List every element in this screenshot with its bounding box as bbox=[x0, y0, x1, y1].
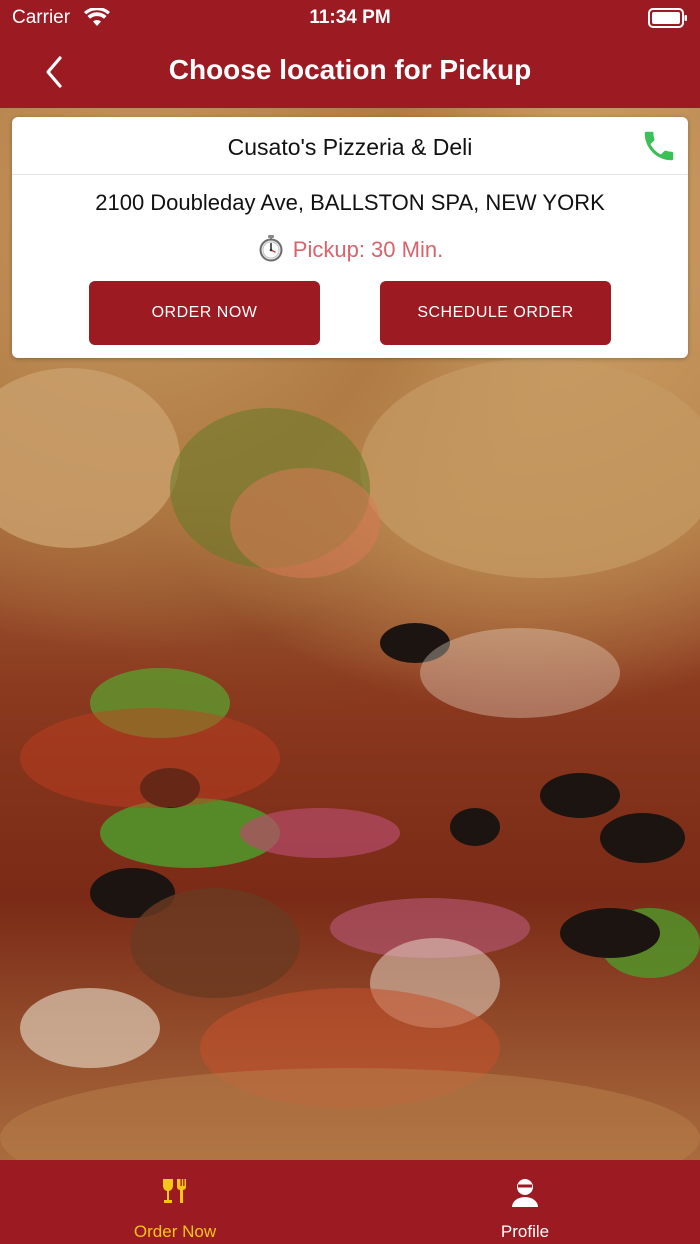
store-address: 2100 Doubleday Ave, BALLSTON SPA, NEW YO… bbox=[95, 190, 605, 215]
store-header: Cusato's Pizzeria & Deli bbox=[12, 117, 688, 175]
user-icon bbox=[512, 1179, 538, 1207]
pickup-time: Pickup: 30 Min. bbox=[12, 234, 688, 263]
schedule-order-button[interactable]: SCHEDULE ORDER bbox=[380, 281, 611, 345]
battery-icon bbox=[648, 8, 687, 28]
tab-profile-label: Profile bbox=[500, 1222, 550, 1241]
order-now-button[interactable]: ORDER NOW bbox=[89, 281, 320, 345]
tab-bar: Order Now Profile bbox=[0, 1160, 700, 1244]
phone-icon[interactable] bbox=[640, 127, 678, 165]
page-title: Choose location for Pickup bbox=[168, 54, 532, 85]
status-time: 11:34 PM bbox=[309, 7, 391, 28]
fork-glass-icon bbox=[162, 1179, 186, 1203]
tab-profile[interactable]: Profile bbox=[350, 1160, 700, 1244]
status-bar: Carrier 11:34 PM bbox=[0, 0, 700, 36]
pickup-label: Pickup: 30 Min. bbox=[292, 237, 444, 262]
tab-order-now-label: Order Now bbox=[133, 1222, 217, 1241]
stopwatch-icon bbox=[259, 235, 283, 262]
store-card: Cusato's Pizzeria & Deli 2100 Doubleday … bbox=[12, 117, 688, 358]
phone-glyph bbox=[644, 131, 674, 161]
tab-order-now[interactable]: Order Now bbox=[0, 1160, 350, 1244]
navigation-bar: Choose location for Pickup bbox=[0, 36, 700, 108]
store-name: Cusato's Pizzeria & Deli bbox=[227, 134, 473, 160]
